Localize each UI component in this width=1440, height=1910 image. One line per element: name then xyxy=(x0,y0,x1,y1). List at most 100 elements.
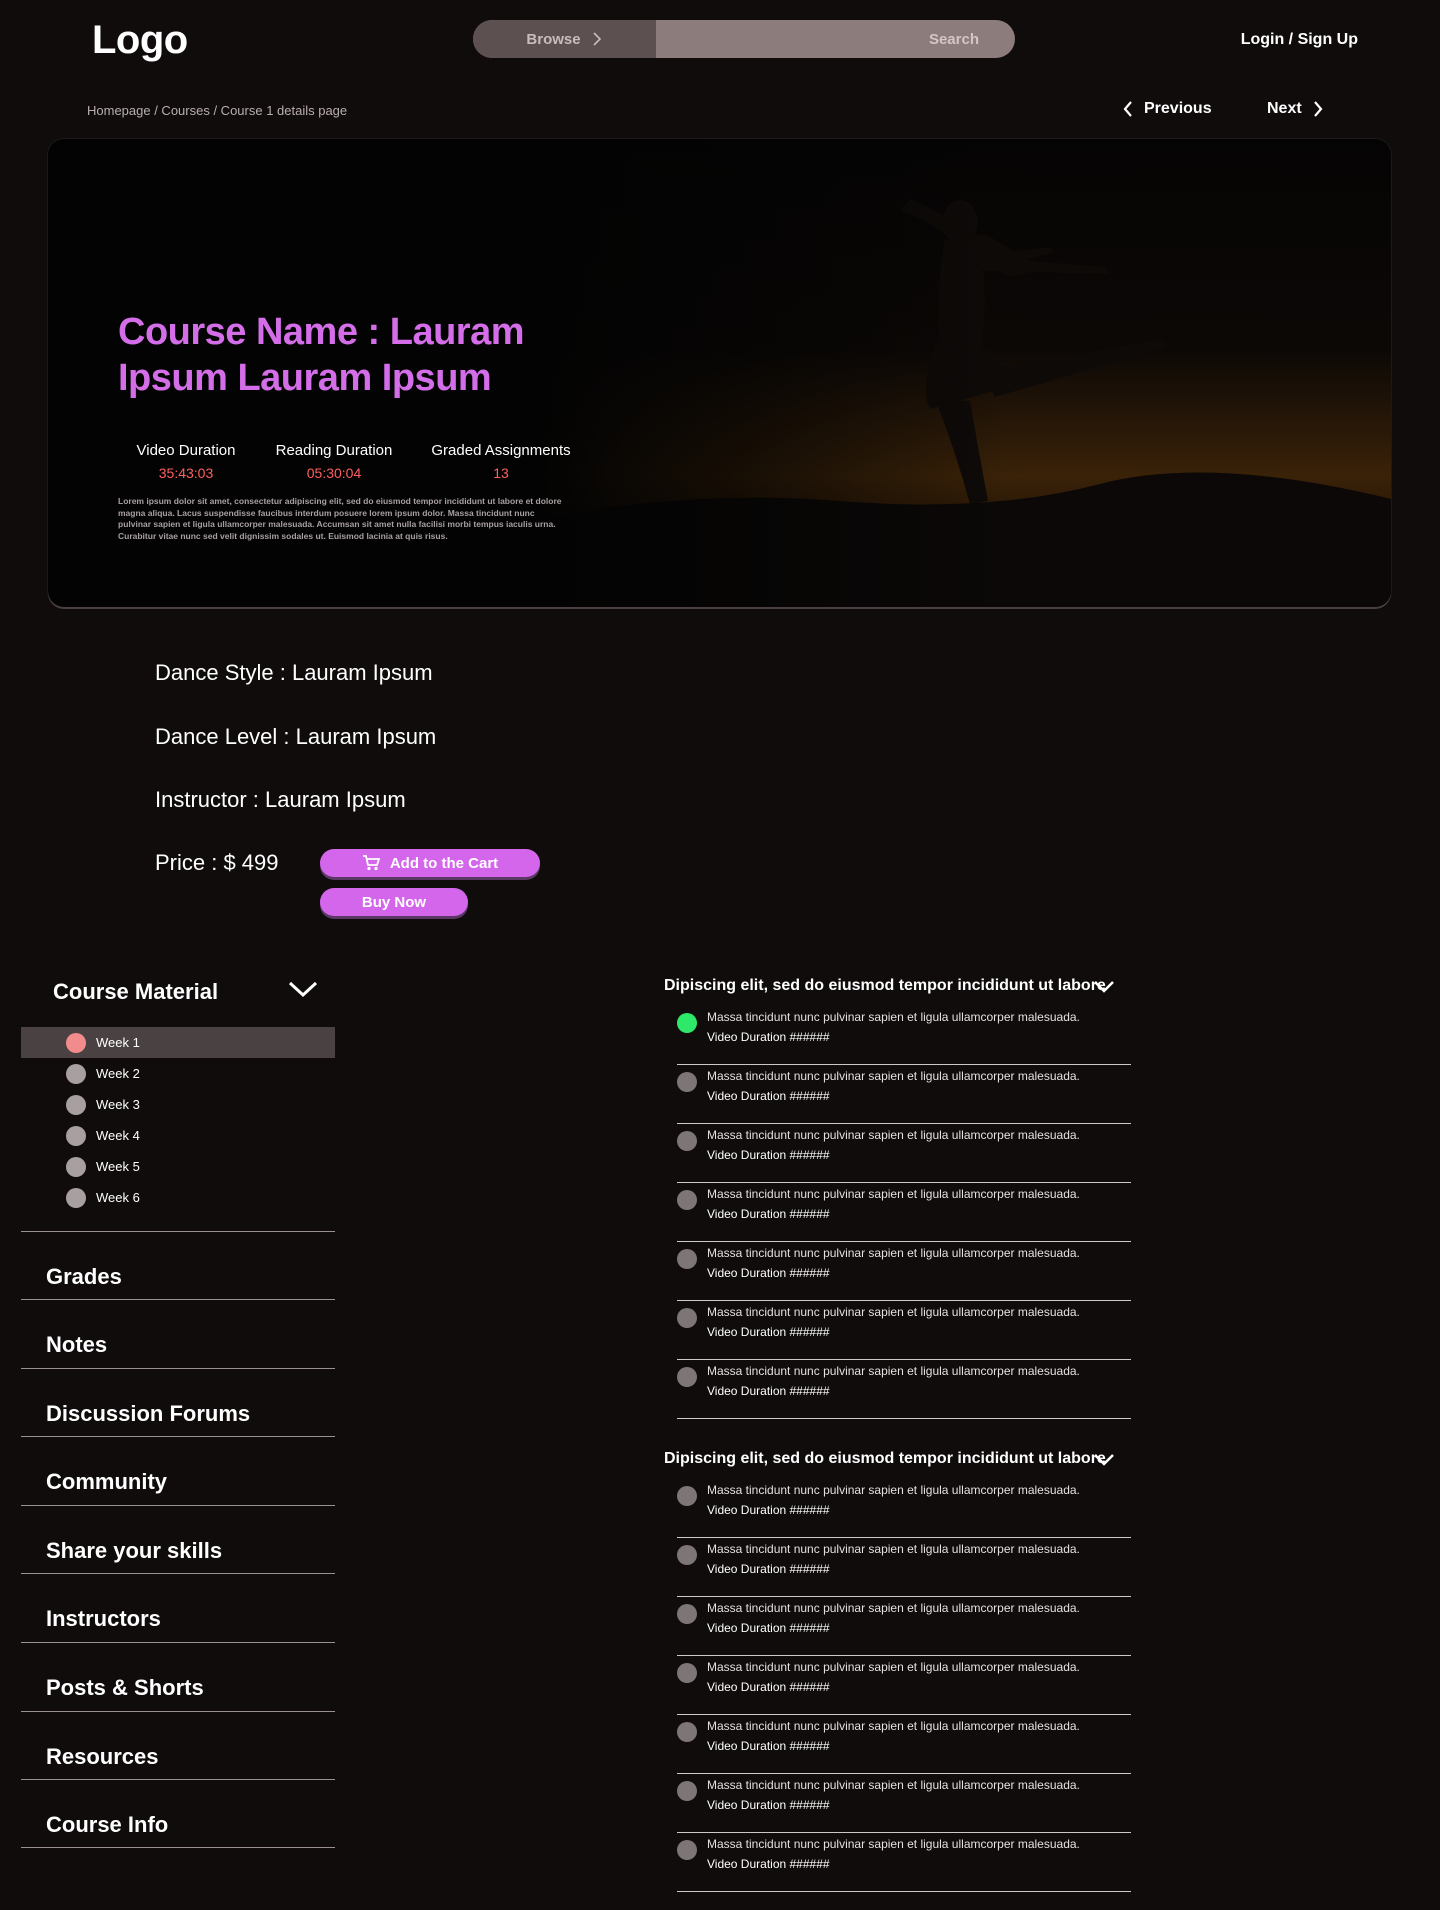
lesson-item[interactable]: Massa tincidunt nunc pulvinar sapien et … xyxy=(677,1715,1131,1774)
chevron-left-icon xyxy=(1123,101,1132,117)
add-to-cart-label: Add to the Cart xyxy=(389,854,499,872)
week-status-dot xyxy=(66,1187,86,1208)
lesson-duration: Video Duration ###### xyxy=(707,1089,830,1103)
week-item[interactable]: Week 4 xyxy=(21,1120,335,1151)
breadcrumb[interactable]: Homepage / Courses / Course 1 details pa… xyxy=(87,103,347,118)
search-input[interactable]: Search xyxy=(656,20,1015,58)
lesson-status-dot xyxy=(677,1013,697,1033)
lesson-status-dot xyxy=(677,1072,697,1092)
divider xyxy=(21,1299,335,1300)
lesson-item[interactable]: Massa tincidunt nunc pulvinar sapien et … xyxy=(677,1006,1131,1065)
divider xyxy=(21,1505,335,1506)
lesson-duration: Video Duration ###### xyxy=(707,1857,830,1871)
sidebar-item-share-your-skills[interactable]: Share your skills xyxy=(46,1538,222,1564)
section-title[interactable]: Dipiscing elit, sed do eiusmod tempor in… xyxy=(664,977,1106,995)
sidebar-item-discussion-forums[interactable]: Discussion Forums xyxy=(46,1401,250,1427)
lesson-title: Massa tincidunt nunc pulvinar sapien et … xyxy=(707,1069,1080,1083)
price: Price : $ 499 xyxy=(155,850,279,875)
chevron-right-icon xyxy=(593,32,601,46)
add-to-cart-button[interactable]: Add to the Cart xyxy=(320,849,540,877)
week-status-dot xyxy=(66,1125,86,1146)
lesson-status-dot xyxy=(677,1249,697,1269)
stat-label: Graded Assignments xyxy=(431,442,571,459)
dance-level: Dance Level : Lauram Ipsum xyxy=(155,724,437,749)
section-title[interactable]: Dipiscing elit, sed do eiusmod tempor in… xyxy=(664,1450,1106,1468)
sidebar-item-resources[interactable]: Resources xyxy=(46,1744,159,1770)
lesson-item[interactable]: Massa tincidunt nunc pulvinar sapien et … xyxy=(677,1183,1131,1242)
buy-now-button[interactable]: Buy Now xyxy=(320,888,468,916)
lesson-title: Massa tincidunt nunc pulvinar sapien et … xyxy=(707,1778,1080,1792)
week-item[interactable]: Week 2 xyxy=(21,1058,335,1089)
cart-icon xyxy=(362,855,380,871)
chevron-right-icon xyxy=(1313,101,1323,117)
previous-label: Previous xyxy=(1144,100,1212,117)
chevron-down-icon[interactable] xyxy=(1092,1452,1116,1468)
stat-graded-assignments: Graded Assignments 13 xyxy=(416,442,586,481)
week-item[interactable]: Week 5 xyxy=(21,1151,335,1182)
sidebar-item-notes[interactable]: Notes xyxy=(46,1332,107,1358)
dance-style: Dance Style : Lauram Ipsum xyxy=(155,660,433,685)
course-stats: Video Duration 35:43:03 Reading Duration… xyxy=(118,442,586,481)
lesson-title: Massa tincidunt nunc pulvinar sapien et … xyxy=(707,1246,1080,1260)
lesson-title: Massa tincidunt nunc pulvinar sapien et … xyxy=(707,1719,1080,1733)
week-label: Week 5 xyxy=(96,1159,140,1174)
stat-value: 13 xyxy=(493,465,509,481)
sidebar-item-course-info[interactable]: Course Info xyxy=(46,1812,168,1838)
week-label: Week 6 xyxy=(96,1190,140,1205)
browse-label: Browse xyxy=(526,30,581,48)
lesson-duration: Video Duration ###### xyxy=(707,1148,830,1162)
lesson-title: Massa tincidunt nunc pulvinar sapien et … xyxy=(707,1660,1080,1674)
lesson-item[interactable]: Massa tincidunt nunc pulvinar sapien et … xyxy=(677,1301,1131,1360)
lesson-title: Massa tincidunt nunc pulvinar sapien et … xyxy=(707,1187,1080,1201)
course-material-header[interactable]: Course Material xyxy=(53,979,218,1005)
lesson-duration: Video Duration ###### xyxy=(707,1266,830,1280)
search-placeholder: Search xyxy=(928,30,979,48)
lesson-item[interactable]: Massa tincidunt nunc pulvinar sapien et … xyxy=(677,1833,1131,1892)
lesson-item[interactable]: Massa tincidunt nunc pulvinar sapien et … xyxy=(677,1538,1131,1597)
lesson-duration: Video Duration ###### xyxy=(707,1384,830,1398)
lesson-item[interactable]: Massa tincidunt nunc pulvinar sapien et … xyxy=(677,1774,1131,1833)
divider xyxy=(21,1779,335,1780)
week-status-dot xyxy=(66,1094,86,1115)
week-item[interactable]: Week 6 xyxy=(21,1182,335,1213)
sidebar-item-grades[interactable]: Grades xyxy=(46,1264,122,1290)
stat-video-duration: Video Duration 35:43:03 xyxy=(120,442,252,481)
lesson-item[interactable]: Massa tincidunt nunc pulvinar sapien et … xyxy=(677,1597,1131,1656)
lesson-duration: Video Duration ###### xyxy=(707,1680,830,1694)
lesson-duration: Video Duration ###### xyxy=(707,1621,830,1635)
logo[interactable]: Logo xyxy=(92,18,188,63)
lesson-item[interactable]: Massa tincidunt nunc pulvinar sapien et … xyxy=(677,1242,1131,1301)
dancer-image xyxy=(540,139,1391,607)
lesson-status-dot xyxy=(677,1308,697,1328)
sidebar-item-posts-shorts[interactable]: Posts & Shorts xyxy=(46,1675,204,1701)
divider xyxy=(21,1847,335,1848)
week-item[interactable]: Week 3 xyxy=(21,1089,335,1120)
divider xyxy=(21,1642,335,1643)
previous-button[interactable]: Previous xyxy=(1122,100,1212,118)
course-title: Course Name : Lauram Ipsum Lauram Ipsum xyxy=(118,311,525,400)
sidebar-item-instructors[interactable]: Instructors xyxy=(46,1606,161,1632)
week-label: Week 3 xyxy=(96,1097,140,1112)
lesson-duration: Video Duration ###### xyxy=(707,1207,830,1221)
course-description: Lorem ipsum dolor sit amet, consectetur … xyxy=(118,496,562,542)
lesson-item[interactable]: Massa tincidunt nunc pulvinar sapien et … xyxy=(677,1656,1131,1715)
lesson-item[interactable]: Massa tincidunt nunc pulvinar sapien et … xyxy=(677,1360,1131,1419)
lesson-item[interactable]: Massa tincidunt nunc pulvinar sapien et … xyxy=(677,1479,1131,1538)
lesson-status-dot xyxy=(677,1663,697,1683)
next-button[interactable]: Next xyxy=(1267,100,1324,118)
sidebar-item-community[interactable]: Community xyxy=(46,1469,167,1495)
lesson-duration: Video Duration ###### xyxy=(707,1798,830,1812)
lesson-duration: Video Duration ###### xyxy=(707,1325,830,1339)
chevron-down-icon[interactable] xyxy=(287,978,319,1000)
lesson-item[interactable]: Massa tincidunt nunc pulvinar sapien et … xyxy=(677,1065,1131,1124)
lesson-title: Massa tincidunt nunc pulvinar sapien et … xyxy=(707,1483,1080,1497)
lesson-status-dot xyxy=(677,1722,697,1742)
chevron-down-icon[interactable] xyxy=(1092,979,1116,995)
week-item[interactable]: Week 1 xyxy=(21,1027,335,1058)
divider xyxy=(21,1436,335,1437)
lesson-item[interactable]: Massa tincidunt nunc pulvinar sapien et … xyxy=(677,1124,1131,1183)
login-signup-link[interactable]: Login / Sign Up xyxy=(1241,31,1358,49)
lesson-status-dot xyxy=(677,1781,697,1801)
browse-button[interactable]: Browse xyxy=(473,20,656,58)
lesson-title: Massa tincidunt nunc pulvinar sapien et … xyxy=(707,1010,1080,1024)
